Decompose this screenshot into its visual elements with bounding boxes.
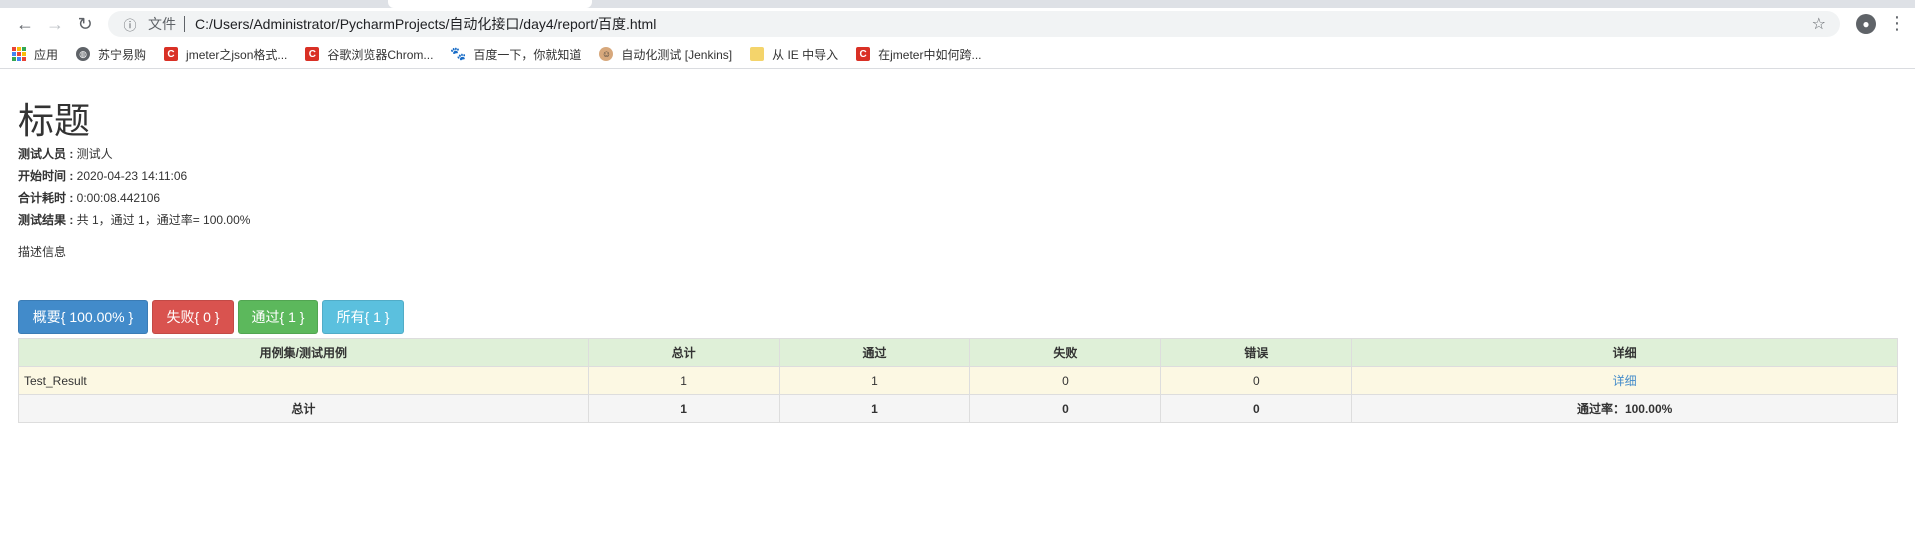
reload-button[interactable]: ↻ bbox=[70, 10, 100, 38]
case-pass: 1 bbox=[778, 366, 971, 395]
bookmark-label: 自动化测试 [Jenkins] bbox=[621, 47, 733, 62]
bookmark-star-icon[interactable]: ☆ bbox=[1812, 14, 1826, 34]
menu-kebab-icon[interactable]: ⋮ bbox=[1888, 12, 1906, 34]
bookmark-label: 谷歌浏览器Chrom... bbox=[327, 47, 434, 62]
filter-buttons: 概要{ 100.00% } 失败{ 0 } 通过{ 1 } 所有{ 1 } bbox=[18, 300, 1897, 334]
result-table: 用例集/测试用例 总计 通过 失败 错误 详细 Test_Result 1 1 … bbox=[18, 338, 1898, 423]
total-name: 总计 bbox=[18, 394, 589, 423]
browser-toolbar: ← → ↻ ⓘ 文件 C:/Users/Administrator/Pychar… bbox=[0, 8, 1915, 40]
case-fail: 0 bbox=[969, 366, 1162, 395]
csdn-icon: C bbox=[164, 47, 179, 61]
result-label: 测试结果 : bbox=[18, 213, 74, 227]
tab-gap bbox=[388, 0, 592, 8]
start-time-label: 开始时间 : bbox=[18, 169, 74, 183]
header-error: 错误 bbox=[1160, 338, 1353, 367]
bookmark-baidu[interactable]: 🐾 百度一下，你就知道 bbox=[450, 46, 582, 63]
passed-button[interactable]: 通过{ 1 } bbox=[238, 300, 318, 334]
result-line: 测试结果 : 共 1，通过 1，通过率= 100.00% bbox=[18, 209, 1897, 231]
duration-value: 0:00:08.442106 bbox=[73, 191, 161, 205]
bookmarks-bar: 应用 ◍ 苏宁易购 C jmeter之json格式... C 谷歌浏览器Chro… bbox=[0, 40, 1915, 69]
all-button[interactable]: 所有{ 1 } bbox=[322, 300, 404, 334]
detail-link[interactable]: 详细 bbox=[1613, 374, 1637, 388]
total-row: 总计 1 1 0 0 通过率：100.00% bbox=[18, 394, 1898, 423]
bookmark-label: 从 IE 中导入 bbox=[772, 47, 839, 62]
arrow-right-icon: → bbox=[46, 13, 64, 34]
duration-line: 合计耗时 : 0:00:08.442106 bbox=[18, 187, 1897, 209]
bookmark-suning[interactable]: ◍ 苏宁易购 bbox=[76, 46, 146, 63]
header-case: 用例集/测试用例 bbox=[18, 338, 589, 367]
bookmark-chrome[interactable]: C 谷歌浏览器Chrom... bbox=[305, 46, 433, 63]
bookmark-apps[interactable]: 应用 bbox=[12, 46, 58, 63]
folder-icon bbox=[750, 47, 765, 61]
tab-strip bbox=[0, 0, 1915, 8]
header-fail: 失败 bbox=[969, 338, 1162, 367]
bookmark-jenkins[interactable]: ☺ 自动化测试 [Jenkins] bbox=[599, 46, 732, 63]
info-icon[interactable]: ⓘ bbox=[118, 15, 142, 34]
address-url[interactable]: C:/Users/Administrator/PycharmProjects/自… bbox=[195, 14, 656, 34]
tester-line: 测试人员 : 测试人 bbox=[18, 143, 1897, 165]
csdn-icon: C bbox=[305, 47, 320, 61]
address-scheme-label: 文件 bbox=[148, 16, 176, 32]
arrow-left-icon: ← bbox=[16, 13, 34, 34]
header-pass: 通过 bbox=[778, 338, 971, 367]
tester-value: 测试人 bbox=[73, 147, 113, 161]
bookmark-jmeter-json[interactable]: C jmeter之json格式... bbox=[164, 46, 287, 63]
bookmark-jmeter-cross[interactable]: C 在jmeter中如何跨... bbox=[856, 46, 981, 63]
bookmark-label: jmeter之json格式... bbox=[186, 47, 288, 62]
address-separator bbox=[184, 16, 185, 32]
bookmark-ie-import[interactable]: 从 IE 中导入 bbox=[750, 46, 838, 63]
baidu-paw-icon: 🐾 bbox=[450, 46, 467, 61]
reload-icon: ↻ bbox=[77, 13, 93, 34]
jenkins-icon: ☺ bbox=[599, 47, 614, 61]
total-error: 0 bbox=[1160, 394, 1353, 423]
start-time-line: 开始时间 : 2020-04-23 14:11:06 bbox=[18, 165, 1897, 187]
bookmark-label: 百度一下，你就知道 bbox=[473, 47, 582, 62]
result-value: 共 1，通过 1，通过率= 100.00% bbox=[73, 213, 251, 227]
table-row: Test_Result 1 1 0 0 详细 bbox=[18, 366, 1898, 395]
description-text: 描述信息 bbox=[18, 245, 67, 259]
bookmark-label: 苏宁易购 bbox=[98, 47, 147, 62]
summary-button[interactable]: 概要{ 100.00% } bbox=[18, 300, 148, 334]
total-pass-rate: 通过率：100.00% bbox=[1351, 394, 1898, 423]
header-total: 总计 bbox=[587, 338, 780, 367]
case-detail-cell: 详细 bbox=[1351, 366, 1898, 395]
total-total: 1 bbox=[587, 394, 780, 423]
profile-avatar-icon[interactable]: ● bbox=[1856, 14, 1876, 34]
total-fail: 0 bbox=[969, 394, 1162, 423]
tester-label: 测试人员 : bbox=[18, 147, 74, 161]
failed-button[interactable]: 失败{ 0 } bbox=[152, 300, 234, 334]
bookmark-label: 在jmeter中如何跨... bbox=[878, 47, 982, 62]
total-pass: 1 bbox=[778, 394, 971, 423]
page-title: 标题 bbox=[18, 100, 91, 141]
duration-label: 合计耗时 : bbox=[18, 191, 74, 205]
case-error: 0 bbox=[1160, 366, 1353, 395]
bookmark-label: 应用 bbox=[34, 47, 59, 62]
table-header-row: 用例集/测试用例 总计 通过 失败 错误 详细 bbox=[18, 338, 1898, 367]
address-bar[interactable]: ⓘ 文件 C:/Users/Administrator/PycharmProje… bbox=[108, 11, 1840, 37]
start-time-value: 2020-04-23 14:11:06 bbox=[73, 169, 188, 183]
header-detail: 详细 bbox=[1351, 338, 1898, 367]
apps-icon bbox=[12, 47, 26, 61]
back-button[interactable]: ← bbox=[10, 10, 40, 38]
report-page: 标题 测试人员 : 测试人 开始时间 : 2020-04-23 14:11:06… bbox=[0, 99, 1915, 423]
forward-button[interactable]: → bbox=[40, 10, 70, 38]
case-total: 1 bbox=[587, 366, 780, 395]
globe-icon: ◍ bbox=[76, 47, 91, 61]
case-name: Test_Result bbox=[18, 366, 589, 395]
csdn-icon: C bbox=[856, 47, 871, 61]
